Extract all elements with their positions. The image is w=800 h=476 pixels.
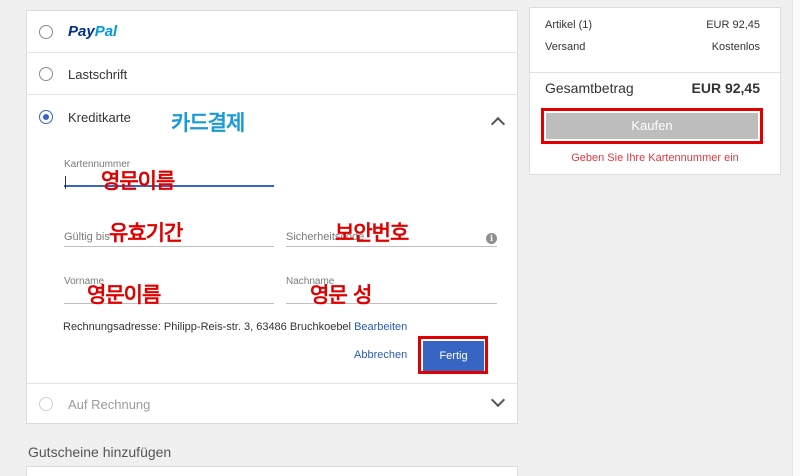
annotation-first-name: 영문이름 [87, 283, 161, 307]
paypal-logo-part1: Pay [68, 23, 95, 40]
scrollbar[interactable] [792, 0, 800, 476]
lastschrift-radio[interactable] [39, 67, 53, 81]
lastschrift-label: Lastschrift [68, 67, 128, 82]
kreditkarte-radio[interactable] [39, 110, 53, 124]
order-summary: Artikel (1) EUR 92,45 Versand Kostenlos … [529, 7, 781, 175]
kreditkarte-label: Kreditkarte [68, 110, 131, 125]
billing-address-text: Rechnungsadresse: Philipp-Reis-str. 3, 6… [63, 321, 351, 333]
payment-option-lastschrift[interactable]: Lastschrift [27, 53, 517, 95]
fertig-button[interactable]: Fertig [423, 341, 484, 371]
total-value: EUR 92,45 [691, 80, 760, 96]
shipping-label: Versand [545, 41, 586, 53]
payment-option-paypal[interactable]: PayPal [27, 11, 517, 53]
auf-rechnung-label: Auf Rechnung [68, 397, 151, 412]
payment-option-auf-rechnung[interactable]: Auf Rechnung [27, 383, 517, 423]
annotation-card-payment: 카드결제 [171, 111, 245, 135]
total-label: Gesamtbetrag [545, 80, 634, 96]
items-label: Artikel (1) [545, 19, 593, 31]
coupons-heading: Gutscheine hinzufügen [28, 444, 172, 460]
summary-divider [530, 72, 780, 73]
items-value: EUR 92,45 [706, 19, 760, 31]
auf-rechnung-radio[interactable] [39, 397, 53, 411]
payment-option-kreditkarte[interactable]: Kreditkarte [27, 95, 517, 139]
text-caret [65, 176, 66, 189]
billing-address: Rechnungsadresse: Philipp-Reis-str. 3, 6… [63, 321, 407, 333]
paypal-radio[interactable] [39, 25, 53, 39]
info-icon[interactable]: i [486, 233, 497, 244]
edit-billing-link[interactable]: Bearbeiten [354, 321, 407, 333]
coupons-panel[interactable] [26, 466, 518, 476]
paypal-logo-part2: Pal [94, 23, 118, 40]
annotation-expiry: 유효기간 [109, 221, 183, 245]
paypal-logo: PayPal [68, 23, 117, 40]
payment-methods-panel: PayPal Lastschrift Kreditkarte 카드결제 Kart… [26, 10, 518, 424]
error-message: Geben Sie Ihre Kartennummer ein [571, 152, 739, 164]
annotation-last-name: 영문 성 [310, 283, 372, 307]
annotation-security-code: 보안번호 [335, 221, 409, 245]
cancel-link[interactable]: Abbrechen [354, 349, 407, 361]
shipping-value: Kostenlos [711, 41, 760, 53]
annotation-card-number: 영문이름 [101, 169, 175, 193]
kaufen-button[interactable]: Kaufen [546, 113, 758, 139]
expiry-label: Gültig bis [64, 231, 110, 243]
